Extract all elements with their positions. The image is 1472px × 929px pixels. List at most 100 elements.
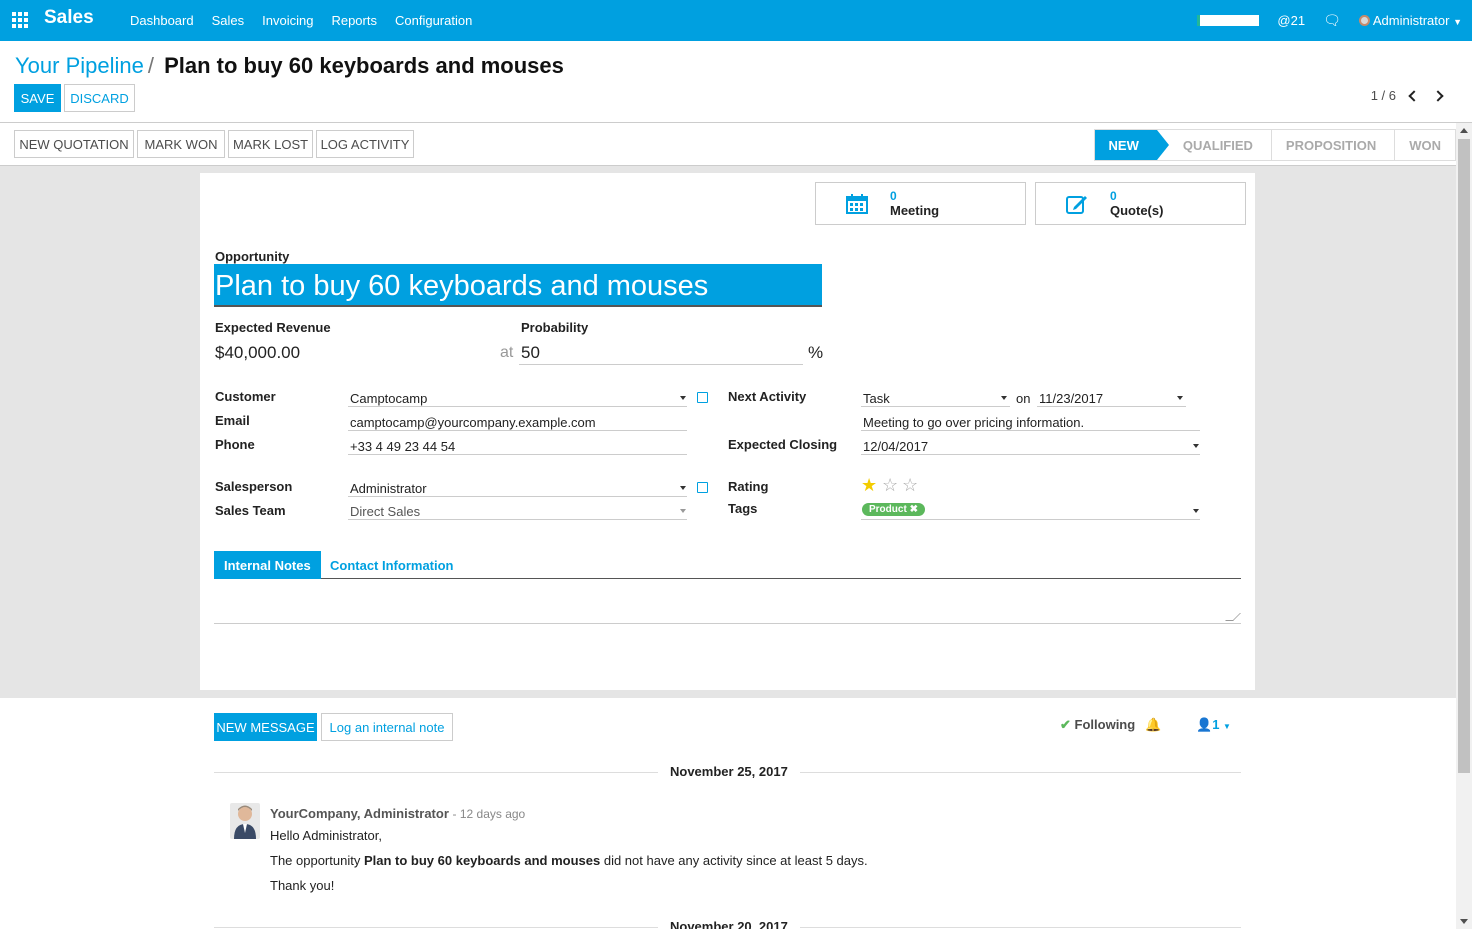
tab-internal-notes[interactable]: Internal Notes [214,551,321,579]
scroll-down-icon[interactable] [1460,919,1468,924]
notebook-tabs: Internal Notes Contact Information [214,551,1241,579]
stage-qualified[interactable]: Qualified [1157,130,1272,160]
followers-button[interactable]: 👤1 ▼ [1196,717,1231,733]
sales-team-input[interactable]: Direct Sales [350,504,420,519]
chat-icon[interactable]: 🗨 [1323,12,1341,29]
menu-item-sales[interactable]: Sales [212,13,245,28]
internal-notes-textarea[interactable] [214,579,1241,624]
control-panel: Your Pipeline / Plan to buy 60 keyboards … [0,41,1472,123]
apps-grid-icon[interactable] [12,12,28,28]
meeting-smart-button[interactable]: 0 Meeting [815,182,1026,225]
following-button[interactable]: ✔ Following [1060,717,1135,733]
customer-dropdown-icon[interactable] [680,396,686,400]
chatter: New Message Log an internal note ✔ Follo… [0,698,1456,929]
customer-input[interactable]: Camptocamp [350,391,427,406]
scroll-up-icon[interactable] [1460,128,1468,133]
mentions-counter[interactable]: @21 [1277,13,1305,28]
probability-underline [519,364,803,365]
mark-lost-button[interactable]: Mark Lost [228,130,313,158]
breadcrumb-parent[interactable]: Your Pipeline [15,53,144,78]
expected-closing-dropdown-icon[interactable] [1193,444,1199,448]
salesperson-external-link-icon[interactable] [697,482,708,493]
customer-external-link-icon[interactable] [697,392,708,403]
phone-input[interactable]: +33 4 49 23 44 54 [350,439,455,454]
discard-button[interactable]: Discard [64,84,135,112]
expected-revenue-input[interactable]: $40,000.00 [215,343,300,363]
activity-summary-underline [861,430,1200,431]
message-date: November 20, 2017 [658,919,800,929]
menu-item-reports[interactable]: Reports [331,13,377,28]
edit-icon [1066,195,1087,214]
tags-dropdown-icon[interactable] [1193,509,1199,513]
scrollbar-thumb[interactable] [1458,139,1470,773]
next-activity-dropdown-icon[interactable] [1001,396,1007,400]
quotes-smart-button[interactable]: 0 Quote(s) [1035,182,1246,225]
sales-team-label: Sales Team [215,503,286,518]
tags-underline [861,519,1200,520]
message-line: The opportunity Plan to buy 60 keyboards… [270,853,868,868]
activity-summary-input[interactable]: Meeting to go over pricing information. [863,415,1084,430]
message-line: Hello Administrator, [270,828,382,843]
next-activity-select[interactable]: Task [863,391,890,406]
rating-label: Rating [728,479,769,494]
log-note-button[interactable]: Log an internal note [321,713,453,741]
author-avatar[interactable] [230,803,260,839]
opportunity-name-input[interactable]: Plan to buy 60 keyboards and mouses [214,264,822,307]
form-statusbar: New Quotation Mark Won Mark Lost Log Act… [0,123,1472,166]
salesperson-dropdown-icon[interactable] [680,486,686,490]
stage-new[interactable]: New [1094,130,1170,160]
menu-item-dashboard[interactable]: Dashboard [130,13,194,28]
stage-label: Proposition [1285,137,1377,153]
expected-closing-input[interactable]: 12/04/2017 [863,439,928,454]
activity-date-underline [1037,406,1186,407]
pager-previous-icon[interactable] [1408,88,1420,103]
save-button[interactable]: Save [14,84,61,112]
sales-team-dropdown-icon[interactable] [680,509,686,513]
avatar [1358,15,1370,26]
message-author[interactable]: YourCompany, Administrator [270,806,449,821]
page-scrollbar[interactable] [1456,123,1472,929]
tag-remove-icon[interactable]: ✖ [910,504,918,515]
message-header: YourCompany, Administrator - 12 days ago [270,806,525,821]
meeting-label: Meeting [890,202,940,218]
email-input[interactable]: camptocamp@yourcompany.example.com [350,415,596,430]
salesperson-input[interactable]: Administrator [350,481,427,496]
customer-label: Customer [215,389,276,404]
email-underline [348,430,687,431]
following-label: Following [1074,717,1136,732]
message-time: - 12 days ago [452,807,526,821]
menu-item-configuration[interactable]: Configuration [395,13,472,28]
stage-proposition[interactable]: Proposition [1272,130,1396,160]
quotes-count: 0 [1110,188,1117,203]
resize-handle-icon[interactable] [1225,613,1241,621]
message-text: did not have any activity since at least… [603,853,868,868]
log-activity-button[interactable]: Log Activity [316,130,414,158]
salesperson-underline [348,496,687,497]
salesperson-label: Salesperson [215,479,293,494]
tab-contact-information[interactable]: Contact Information [320,551,464,579]
bell-icon[interactable]: 🔔 [1145,717,1161,733]
expected-closing-underline [861,454,1200,455]
tag-badge[interactable]: Product ✖ [862,503,925,516]
pager-value[interactable]: 1 / 6 [1371,88,1396,103]
star-empty-icon[interactable]: ☆ [882,476,898,494]
percent-label: % [808,343,824,362]
message-date: November 25, 2017 [658,764,800,779]
star-filled-icon[interactable]: ★ [861,476,877,494]
next-activity-label: Next Activity [728,389,807,404]
activity-date-input[interactable]: 11/23/2017 [1039,391,1103,406]
new-quotation-button[interactable]: New Quotation [14,130,134,158]
new-message-button[interactable]: New Message [214,713,317,741]
mark-won-button[interactable]: Mark Won [137,130,225,158]
progress-bar[interactable] [1197,15,1260,26]
user-name: Administrator [1372,13,1450,28]
pager-next-icon[interactable] [1432,88,1444,103]
menu-item-invoicing[interactable]: Invoicing [262,13,313,28]
calendar-icon [846,193,868,214]
stage-won[interactable]: Won [1395,130,1455,160]
form-sheet: 0 Meeting 0 Quote(s) Opportunity Plan to b… [200,173,1255,690]
star-empty-icon[interactable]: ☆ [902,476,918,494]
probability-input[interactable]: 50 [521,343,540,363]
user-menu[interactable]: Administrator ▼ [1358,13,1462,28]
activity-date-dropdown-icon[interactable] [1177,396,1183,400]
